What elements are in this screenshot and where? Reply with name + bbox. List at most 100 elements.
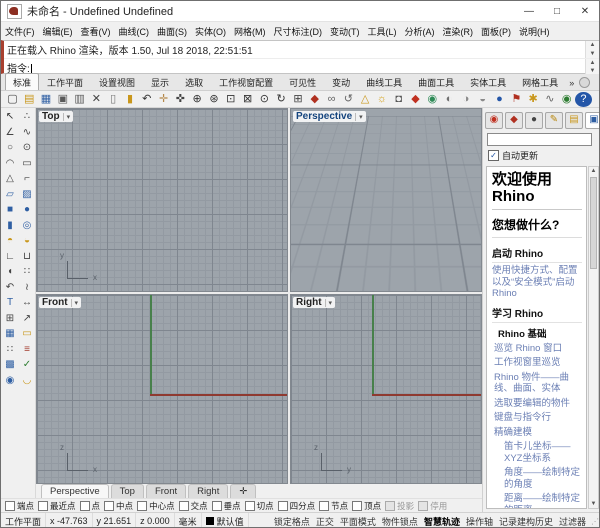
cut-icon[interactable]: ✕ — [88, 92, 105, 107]
checkbox-icon[interactable] — [211, 500, 222, 511]
viewport-top[interactable]: Top ▾ y x — [36, 108, 288, 292]
command-input-spinner[interactable]: ▲ ▼ — [585, 59, 599, 75]
close-button[interactable]: ✕ — [571, 1, 599, 21]
checkbox-icon[interactable] — [352, 500, 363, 511]
menu-item[interactable]: 曲线(C) — [115, 25, 154, 38]
checkbox-icon[interactable] — [5, 500, 15, 511]
checkbox-icon[interactable] — [244, 500, 255, 511]
menu-item[interactable]: 工具(L) — [364, 25, 401, 38]
scroll-down-icon[interactable]: ▼ — [589, 501, 598, 507]
curve-icon[interactable]: ∿ — [19, 126, 35, 141]
copy-page-icon[interactable]: ▯ — [105, 92, 122, 107]
render-preview-icon[interactable]: ◉ — [424, 92, 441, 107]
auto-update-option[interactable]: ✓ 自动更新 — [483, 148, 599, 165]
chevron-down-icon[interactable]: ▾ — [70, 298, 78, 307]
link-view-icon[interactable]: ∞ — [323, 92, 340, 107]
viewport-tab[interactable]: Front — [145, 484, 187, 498]
osnap-toggle[interactable]: 节点 — [319, 500, 348, 512]
menu-item[interactable]: 查看(V) — [77, 25, 115, 38]
status-toggle[interactable]: 智慧轨迹 — [421, 515, 463, 528]
osnap-toggle[interactable]: 点 — [79, 500, 100, 512]
scroll-down-icon[interactable]: ▼ — [586, 49, 599, 58]
scroll-up-icon[interactable]: ▲ — [589, 168, 598, 174]
command-history-scrollbar[interactable]: ▲ ▼ — [585, 41, 599, 58]
notes-tab-icon[interactable]: ✎ — [545, 111, 563, 129]
toolbar-tab[interactable]: 选取 — [177, 73, 211, 90]
block-icon[interactable]: ⊞ — [2, 312, 18, 327]
chevron-down-icon[interactable]: ▾ — [324, 298, 332, 307]
menu-item[interactable]: 说明(H) — [515, 25, 554, 38]
polyline-icon[interactable]: ∠ — [2, 126, 18, 141]
set-view-icon[interactable]: △ — [357, 92, 374, 107]
fillet-icon[interactable]: ◖ — [2, 265, 18, 280]
named-view-icon[interactable]: ◆ — [306, 92, 323, 107]
toolbar-tab[interactable]: 实体工具 — [462, 73, 514, 90]
pan-icon[interactable]: ✛ — [155, 92, 172, 107]
panel-link[interactable]: Rhino 物件——曲线、曲面、实体 — [494, 372, 582, 395]
shaded-display-icon[interactable]: ◐ — [441, 92, 458, 107]
panel-sublink[interactable]: 笛卡儿坐标——XYZ坐标系 — [504, 441, 582, 464]
cplane-button[interactable]: 工作平面 — [1, 513, 47, 527]
lock-icon[interactable]: ◘ — [390, 92, 407, 107]
minimize-button[interactable]: — — [515, 1, 543, 21]
text-icon[interactable]: T — [2, 296, 18, 311]
osnap-toggle[interactable]: 停用 — [418, 500, 447, 512]
corner-curve-icon[interactable]: ⌐ — [19, 172, 35, 187]
rotate-cplane-icon[interactable]: ↺ — [340, 92, 357, 107]
menu-item[interactable]: 实体(O) — [191, 25, 230, 38]
undo-icon[interactable]: ↶ — [138, 92, 155, 107]
dimension-icon[interactable]: ↔ — [19, 296, 35, 311]
toolbar-tab[interactable]: 显示 — [143, 73, 177, 90]
options-gear-icon[interactable]: ✱ — [525, 92, 542, 107]
ghosted-display-icon[interactable]: ◑ — [458, 92, 475, 107]
viewport-perspective[interactable]: Perspective ▾ z y x — [290, 108, 482, 292]
checkbox-icon[interactable] — [277, 500, 288, 511]
panel-sublink[interactable]: 距离——绘制特定的距离 — [504, 493, 582, 508]
toolbar-tab[interactable]: 可见性 — [281, 73, 324, 90]
rendered-display-icon[interactable]: ● — [491, 92, 508, 107]
checkbox-icon[interactable] — [38, 500, 49, 511]
point-icon[interactable]: ∴ — [19, 110, 35, 125]
sphere-icon[interactable]: ● — [19, 203, 35, 218]
extrude-icon[interactable]: ∟ — [2, 250, 18, 265]
status-toggle[interactable]: 记录建构历史 — [496, 515, 556, 528]
panel-sublink[interactable]: 角度——绘制特定的角度 — [504, 467, 582, 490]
chevron-down-icon[interactable]: ▾ — [62, 112, 70, 121]
toolbar-tab[interactable]: 设置视图 — [91, 73, 143, 90]
toolbar-overflow-chevron[interactable]: » — [566, 78, 577, 90]
render-tab-icon[interactable]: ◆ — [505, 111, 523, 129]
array-icon[interactable]: ∷ — [2, 343, 18, 358]
menu-item[interactable]: 渲染(R) — [439, 25, 478, 38]
menu-item[interactable]: 编辑(E) — [39, 25, 77, 38]
zoom-extents-icon[interactable]: ⊠ — [239, 92, 256, 107]
panel-scrollbar[interactable]: ▲ ▼ — [588, 166, 599, 509]
toolbar-tab[interactable]: 网格工具 — [514, 73, 566, 90]
surface-icon[interactable]: ▱ — [2, 188, 18, 203]
osnap-toggle[interactable]: 最近点 — [38, 500, 76, 512]
box-icon[interactable]: ■ — [2, 203, 18, 218]
viewport-tab[interactable]: Right — [188, 484, 229, 498]
osnap-toggle[interactable]: 中点 — [104, 500, 133, 512]
menu-item[interactable]: 文件(F) — [1, 25, 39, 38]
join-icon[interactable]: ⊔ — [19, 250, 35, 265]
move-view-icon[interactable]: ✜ — [172, 92, 189, 107]
save-small-icon[interactable]: ▦ — [2, 327, 18, 342]
menu-item[interactable]: 网格(M) — [230, 25, 270, 38]
library-tab-icon[interactable]: ▤ — [565, 111, 583, 129]
viewport-perspective-label[interactable]: Perspective ▾ — [293, 111, 366, 122]
viewport-right-label[interactable]: Right ▾ — [293, 297, 336, 308]
status-toggle[interactable]: 物件锁点 — [379, 515, 421, 528]
copy-icon[interactable]: ▥ — [71, 92, 88, 107]
polygon-icon[interactable]: △ — [2, 172, 18, 187]
viewport-tab[interactable]: ✛ — [230, 484, 257, 498]
viewport-tab[interactable]: Top — [110, 484, 144, 498]
panel-link[interactable]: 工作视窗里巡览 — [494, 357, 582, 369]
status-toggle[interactable]: 操作轴 — [463, 515, 496, 528]
panel-link[interactable]: 巡览 Rhino 窗口 — [494, 343, 582, 355]
menu-item[interactable]: 尺寸标注(D) — [270, 25, 327, 38]
boolean-union-icon[interactable]: ◓ — [2, 234, 18, 249]
web-globe-icon[interactable]: ◉ — [558, 92, 575, 107]
curve-edit-icon[interactable]: ↶ — [2, 281, 18, 296]
hatch-icon[interactable]: ▩ — [2, 358, 18, 373]
panel-link[interactable]: 键盘与指令行 — [494, 412, 582, 424]
